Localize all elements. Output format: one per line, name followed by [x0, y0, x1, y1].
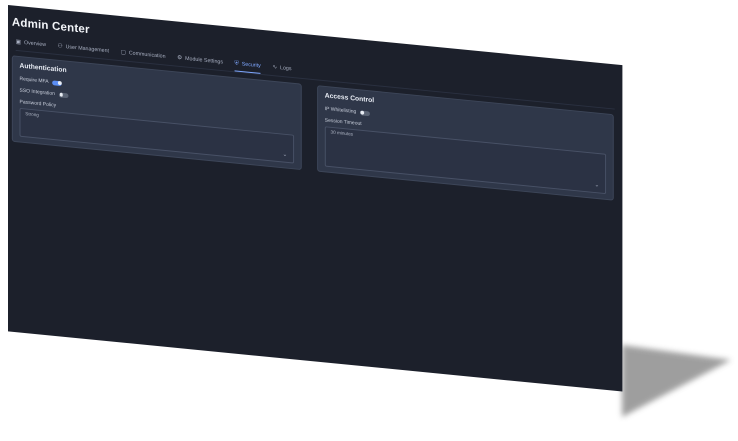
gear-icon: ⚙: [177, 55, 183, 62]
ip-whitelisting-row: IP Whitelisting: [325, 106, 370, 116]
ip-whitelisting-toggle[interactable]: [360, 110, 370, 116]
require-mfa-toggle[interactable]: [52, 79, 63, 86]
tab-module-settings[interactable]: ⚙ Module Settings: [177, 51, 223, 69]
chevron-down-icon: ⌄: [594, 182, 600, 189]
tab-overview[interactable]: ▣ Overview: [16, 36, 46, 52]
sso-toggle[interactable]: [58, 92, 69, 98]
ip-whitelisting-label: IP Whitelisting: [324, 106, 357, 115]
password-policy-select[interactable]: Strong ⌄: [19, 107, 295, 164]
dashboard-icon: ▣: [15, 39, 22, 46]
sso-row: SSO Integration: [20, 88, 69, 99]
tab-label: Module Settings: [185, 55, 224, 66]
shield-icon: ⛨: [234, 60, 239, 67]
activity-icon: ∿: [272, 64, 278, 71]
tab-label: Communication: [128, 50, 166, 60]
authentication-title: Authentication: [19, 62, 67, 75]
tab-label: User Management: [65, 44, 110, 55]
tab-security[interactable]: ⛨ Security: [234, 56, 261, 74]
require-mfa-label: Require MFA: [19, 76, 49, 85]
tab-label: Logs: [280, 65, 292, 73]
tab-communication[interactable]: ▢ Communication: [121, 46, 166, 64]
chevron-down-icon: ⌄: [282, 151, 288, 159]
users-icon: ⚇: [57, 43, 63, 50]
session-timeout-select[interactable]: 30 minutes ⌄: [324, 126, 607, 195]
access-control-title: Access Control: [324, 92, 375, 105]
sso-label: SSO Integration: [19, 87, 55, 97]
require-mfa-row: Require MFA: [20, 76, 63, 86]
tab-logs[interactable]: ∿ Logs: [272, 61, 291, 76]
tab-label: Overview: [24, 40, 47, 49]
tab-label: Security: [241, 61, 261, 69]
session-timeout-label: Session Timeout: [324, 117, 362, 127]
tab-user-management[interactable]: ⚇ User Management: [58, 40, 109, 58]
password-policy-value: Strong: [25, 112, 39, 119]
admin-window: Admin Center ▣ Overview ⚇ User Managemen…: [8, 5, 623, 392]
chat-icon: ▢: [120, 49, 126, 56]
page-title: Admin Center: [11, 14, 90, 37]
session-timeout-value: 30 minutes: [330, 130, 354, 138]
password-policy-label: Password Policy: [19, 99, 57, 109]
